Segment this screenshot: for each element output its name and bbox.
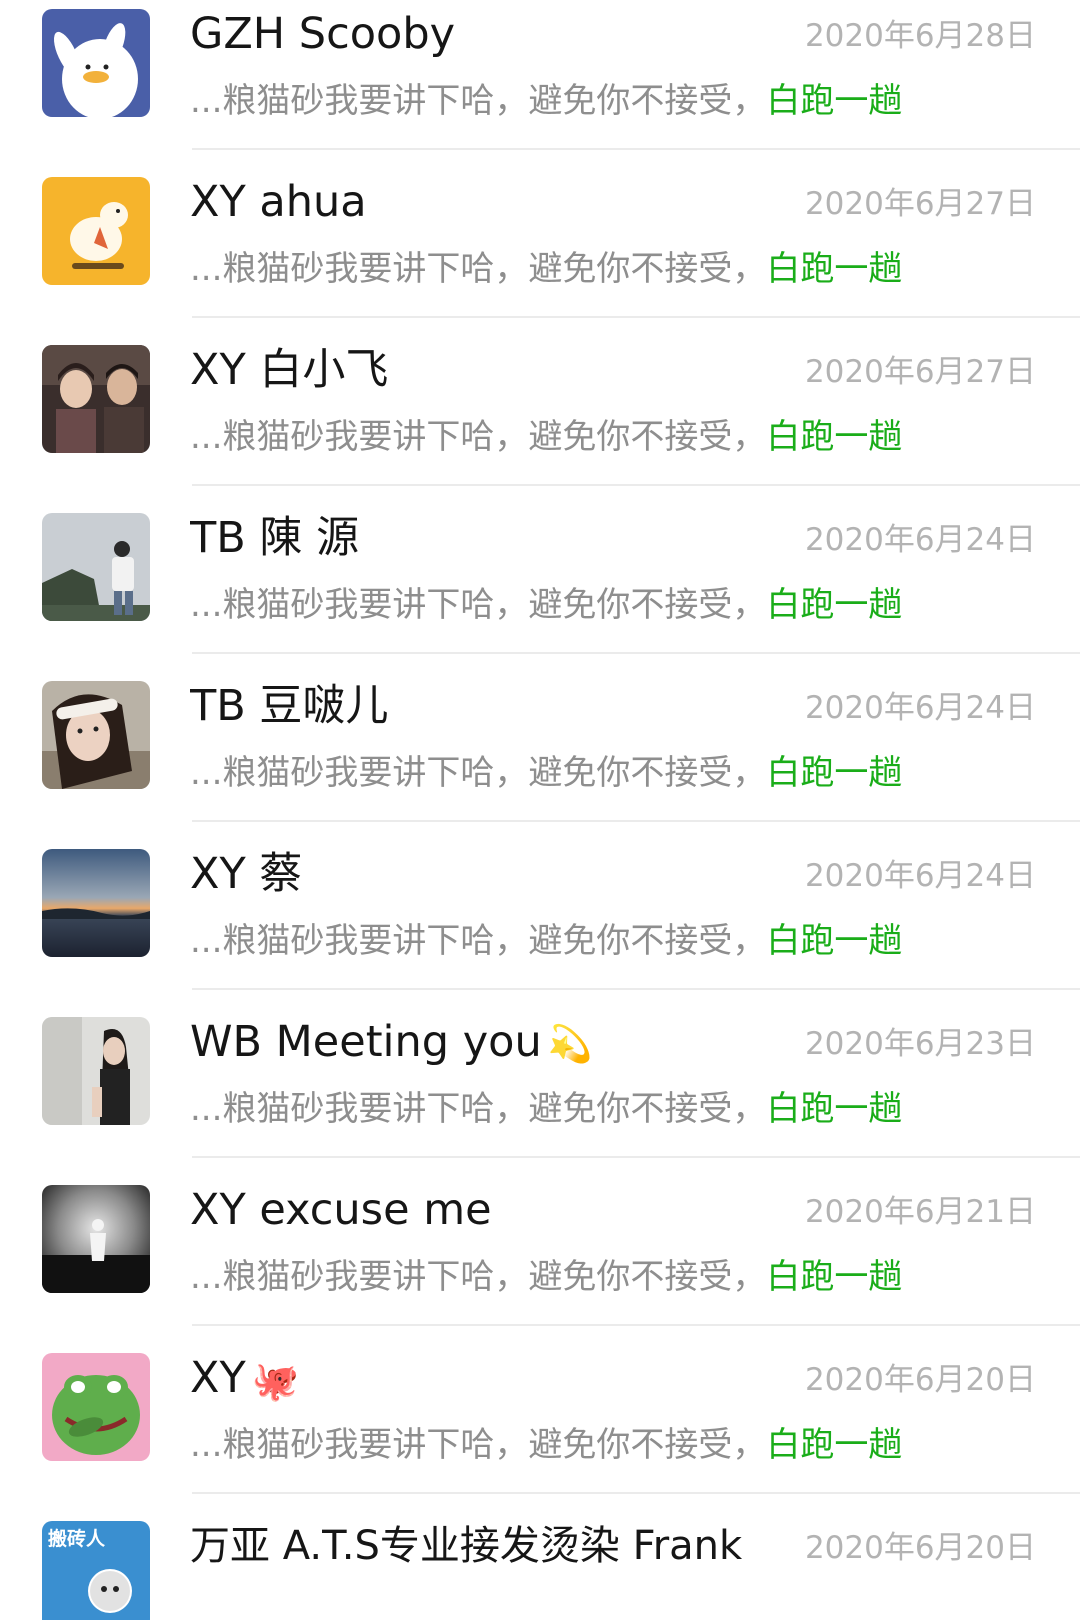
anime-boys-avatar-icon — [42, 345, 150, 453]
message-preview: ...粮猫砂我要讲下哈，避免你不接受，白跑一趟 — [190, 417, 903, 457]
man-on-cliff-avatar-icon — [42, 513, 150, 621]
chat-item[interactable]: GZH Scooby 2020年6月28日 ...粮猫砂我要讲下哈，避免你不接受… — [0, 0, 1080, 173]
octopus-emoji-icon: 🐙 — [251, 1358, 300, 1403]
green-frog-avatar-icon — [42, 1353, 150, 1461]
avatar[interactable]: 搬砖人 — [42, 1521, 150, 1620]
preview-highlight: 白跑一趟 — [766, 921, 903, 961]
contact-name: XY 🐙 — [190, 1350, 299, 1406]
contact-name: WB Meeting you 💫 — [190, 1014, 593, 1070]
message-date: 2020年6月20日 — [804, 1530, 1036, 1566]
preview-highlight: 白跑一趟 — [766, 1089, 903, 1129]
contact-name: XY 白小飞 — [190, 345, 389, 395]
message-preview: ...粮猫砂我要讲下哈，避免你不接受，白跑一趟 — [190, 921, 903, 961]
duck-on-yellow-avatar-icon — [42, 177, 150, 285]
woman-portrait-avatar-icon — [42, 1017, 150, 1125]
avatar[interactable] — [42, 849, 150, 957]
cartoon-worker-avatar-icon: 搬砖人 — [42, 1521, 150, 1620]
message-date: 2020年6月27日 — [804, 354, 1036, 390]
message-preview: ...粮猫砂我要讲下哈，避免你不接受，白跑一趟 — [190, 81, 903, 121]
avatar[interactable] — [42, 9, 150, 117]
divider — [192, 316, 1080, 318]
divider — [192, 484, 1080, 486]
avatar[interactable] — [42, 1185, 150, 1293]
chat-item[interactable]: XY ahua 2020年6月27日 ...粮猫砂我要讲下哈，避免你不接受，白跑… — [0, 168, 1080, 341]
avatar[interactable] — [42, 513, 150, 621]
preview-highlight: 白跑一趟 — [766, 585, 903, 625]
divider — [192, 148, 1080, 150]
contact-name: 万亚 A.T.S专业接发烫染 Frank — [190, 1523, 743, 1569]
preview-highlight: 白跑一趟 — [766, 81, 903, 121]
preview-highlight: 白跑一趟 — [766, 1257, 903, 1297]
message-preview: ...粮猫砂我要讲下哈，避免你不接受，白跑一趟 — [190, 1425, 903, 1465]
contact-name: XY ahua — [190, 177, 367, 227]
contact-name: XY excuse me — [190, 1185, 492, 1235]
divider — [192, 1492, 1080, 1494]
message-date: 2020年6月21日 — [804, 1194, 1036, 1230]
sunset-lake-avatar-icon — [42, 849, 150, 957]
chat-list: GZH Scooby 2020年6月28日 ...粮猫砂我要讲下哈，避免你不接受… — [0, 0, 1080, 1620]
sparkle-emoji-icon: 💫 — [547, 1023, 593, 1065]
preview-highlight: 白跑一趟 — [766, 1425, 903, 1465]
message-preview: ...粮猫砂我要讲下哈，避免你不接受，白跑一趟 — [190, 249, 903, 289]
preview-highlight: 白跑一趟 — [766, 249, 903, 289]
contact-name: TB 陳 源 — [190, 513, 360, 563]
divider — [192, 1156, 1080, 1158]
message-date: 2020年6月20日 — [804, 1362, 1036, 1398]
message-date: 2020年6月23日 — [804, 1026, 1036, 1062]
chat-item[interactable]: XY 白小飞 2020年6月27日 ...粮猫砂我要讲下哈，避免你不接受，白跑一… — [0, 336, 1080, 509]
chat-item[interactable]: 搬砖人 万亚 A.T.S专业接发烫染 Frank 2020年6月20日 — [0, 1512, 1080, 1620]
message-date: 2020年6月27日 — [804, 186, 1036, 222]
chat-item[interactable]: XY excuse me 2020年6月21日 ...粮猫砂我要讲下哈，避免你不… — [0, 1176, 1080, 1349]
avatar[interactable] — [42, 1353, 150, 1461]
avatar[interactable] — [42, 345, 150, 453]
message-preview: ...粮猫砂我要讲下哈，避免你不接受，白跑一趟 — [190, 1257, 903, 1297]
message-date: 2020年6月24日 — [804, 522, 1036, 558]
contact-name: TB 豆啵儿 — [190, 681, 389, 731]
message-date: 2020年6月24日 — [804, 858, 1036, 894]
chat-item[interactable]: TB 陳 源 2020年6月24日 ...粮猫砂我要讲下哈，避免你不接受，白跑一… — [0, 504, 1080, 677]
chat-item[interactable]: XY 蔡 2020年6月24日 ...粮猫砂我要讲下哈，避免你不接受，白跑一趟 — [0, 840, 1080, 1013]
avatar[interactable] — [42, 681, 150, 789]
avatar-caption: 搬砖人 — [48, 1527, 106, 1550]
message-date: 2020年6月28日 — [804, 18, 1036, 54]
message-preview: ...粮猫砂我要讲下哈，避免你不接受，白跑一趟 — [190, 585, 903, 625]
white-duck-avatar-icon — [42, 9, 150, 117]
chat-item[interactable]: XY 🐙 2020年6月20日 ...粮猫砂我要讲下哈，避免你不接受，白跑一趟 — [0, 1344, 1080, 1517]
chat-item[interactable]: WB Meeting you 💫 2020年6月23日 ...粮猫砂我要讲下哈，避… — [0, 1008, 1080, 1181]
divider — [192, 988, 1080, 990]
chat-item[interactable]: TB 豆啵儿 2020年6月24日 ...粮猫砂我要讲下哈，避免你不接受，白跑一… — [0, 672, 1080, 845]
contact-name: GZH Scooby — [190, 9, 456, 59]
divider — [192, 652, 1080, 654]
avatar[interactable] — [42, 1017, 150, 1125]
contact-name: XY 蔡 — [190, 849, 303, 899]
avatar[interactable] — [42, 177, 150, 285]
divider — [192, 820, 1080, 822]
girl-selfie-avatar-icon — [42, 681, 150, 789]
bw-figure-avatar-icon — [42, 1185, 150, 1293]
divider — [192, 1324, 1080, 1326]
message-preview: ...粮猫砂我要讲下哈，避免你不接受，白跑一趟 — [190, 1089, 903, 1129]
preview-highlight: 白跑一趟 — [766, 753, 903, 793]
preview-highlight: 白跑一趟 — [766, 417, 903, 457]
message-preview: ...粮猫砂我要讲下哈，避免你不接受，白跑一趟 — [190, 753, 903, 793]
message-date: 2020年6月24日 — [804, 690, 1036, 726]
